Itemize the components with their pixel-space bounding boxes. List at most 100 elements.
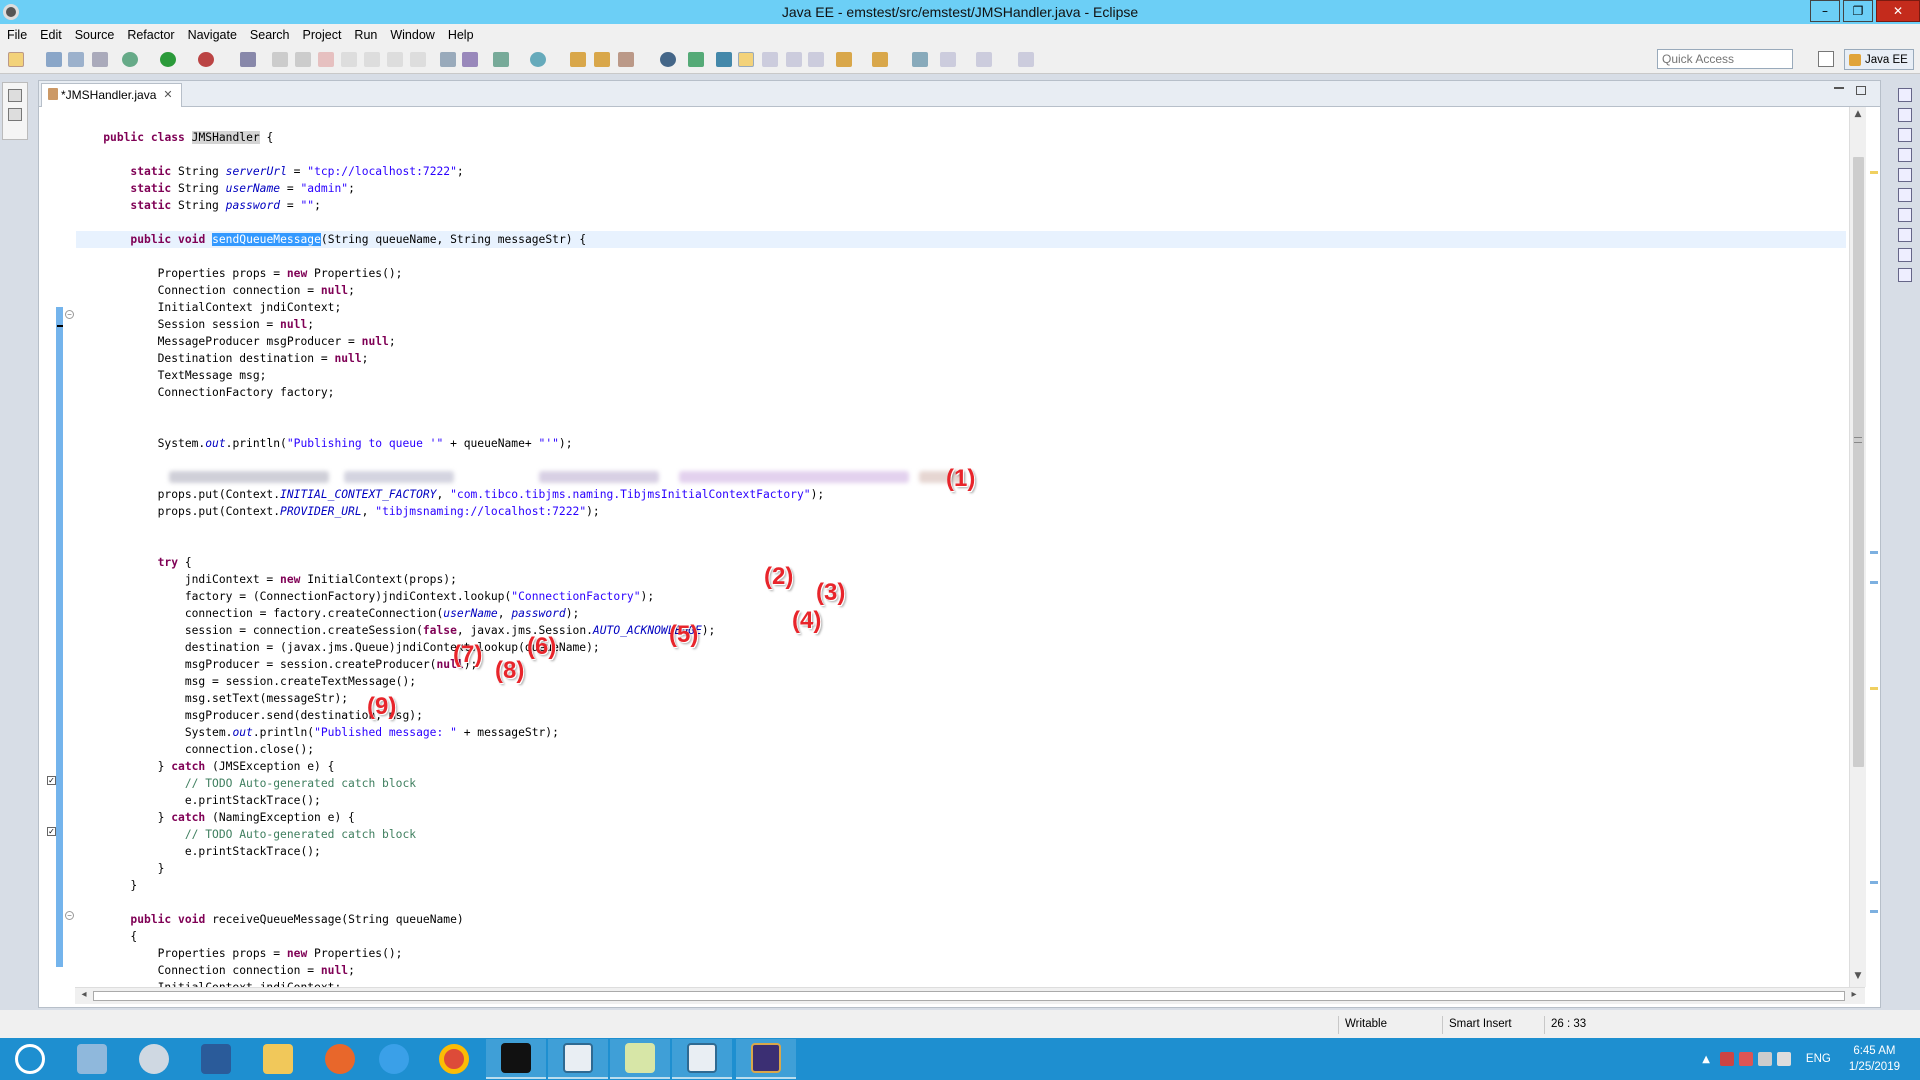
taskbar-command-prompt[interactable] [486, 1039, 546, 1079]
code-line[interactable]: try { [76, 554, 1846, 571]
minimize-editor-icon[interactable] [1834, 87, 1844, 90]
task-list-icon[interactable] [1898, 128, 1912, 142]
overview-warning-mark-2[interactable] [1870, 687, 1878, 690]
markers-icon[interactable] [1898, 168, 1912, 182]
start-button[interactable] [0, 1039, 60, 1079]
language-indicator[interactable]: ENG [1806, 1053, 1831, 1065]
data-source-icon[interactable] [1898, 228, 1912, 242]
code-line[interactable] [76, 401, 1846, 418]
web-browser-icon[interactable] [660, 52, 676, 67]
code-line[interactable]: msgProducer.send(destination, msg); [76, 707, 1846, 724]
new-java-project-icon[interactable] [530, 52, 546, 67]
debug-icon[interactable] [122, 52, 138, 67]
fold-collapse-icon-2[interactable]: − [65, 911, 74, 920]
code-line[interactable] [76, 520, 1846, 537]
code-line[interactable]: Session session = null; [76, 316, 1846, 333]
taskbar-server-manager[interactable] [62, 1039, 122, 1079]
code-line[interactable]: Properties props = new Properties(); [76, 265, 1846, 282]
menu-window[interactable]: Window [390, 28, 434, 42]
external-tools-icon[interactable] [198, 52, 214, 67]
taskbar-window-app-2[interactable] [672, 1039, 732, 1079]
clock[interactable]: 6:45 AM 1/25/2019 [1849, 1043, 1900, 1075]
show-hidden-icons-icon[interactable]: ▲ [1702, 1054, 1710, 1065]
taskbar-powershell[interactable] [186, 1039, 246, 1079]
show-whitespace-icon[interactable] [808, 52, 824, 67]
code-line[interactable]: // TODO Auto-generated catch block [76, 826, 1846, 843]
java-ee-perspective-button[interactable]: Java EE [1844, 49, 1914, 70]
code-line[interactable]: System.out.println("Publishing to queue … [76, 435, 1846, 452]
code-line[interactable]: { [76, 928, 1846, 945]
taskbar-internet-explorer[interactable] [364, 1039, 424, 1079]
minimize-button[interactable]: – [1810, 0, 1840, 22]
h-scroll-thumb[interactable] [93, 991, 1845, 1001]
code-line[interactable]: MessageProducer msgProducer = null; [76, 333, 1846, 350]
new-icon[interactable] [8, 52, 24, 67]
scroll-down-icon[interactable]: ▼ [1852, 971, 1864, 985]
code-line[interactable]: factory = (ConnectionFactory)jndiContext… [76, 588, 1846, 605]
open-perspective-icon[interactable] [1818, 51, 1834, 67]
code-line[interactable]: e.printStackTrace(); [76, 843, 1846, 860]
code-line[interactable]: static String password = ""; [76, 197, 1846, 214]
overview-warning-mark[interactable] [1870, 171, 1878, 174]
run-icon[interactable] [160, 52, 176, 67]
code-line[interactable]: InitialContext jndiContext; [76, 299, 1846, 316]
taskbar-window-app[interactable] [548, 1039, 608, 1079]
code-line[interactable] [76, 418, 1846, 435]
search-icon[interactable] [618, 52, 634, 67]
restore-view-icon[interactable] [8, 89, 22, 102]
menu-help[interactable]: Help [448, 28, 474, 42]
properties-icon[interactable] [1898, 188, 1912, 202]
back-icon[interactable] [940, 52, 956, 67]
block-selection-icon[interactable] [762, 52, 778, 67]
code-line[interactable]: // TODO Auto-generated catch block [76, 775, 1846, 792]
code-line[interactable]: msg = session.createTextMessage(); [76, 673, 1846, 690]
taskbar-eclipse[interactable] [736, 1039, 796, 1079]
status-cursor-position[interactable]: 26 : 33 [1544, 1016, 1634, 1034]
console-icon[interactable] [1898, 268, 1912, 282]
code-line[interactable]: e.printStackTrace(); [76, 792, 1846, 809]
code-line[interactable]: msg.setText(messageStr); [76, 690, 1846, 707]
code-line[interactable] [76, 214, 1846, 231]
menu-file[interactable]: File [7, 28, 27, 42]
code-line[interactable]: connection.close(); [76, 741, 1846, 758]
code-line[interactable]: Connection connection = null; [76, 962, 1846, 979]
code-editor[interactable]: ✓ ✓ − − public class JMSHandler { static… [39, 107, 1849, 987]
menu-edit[interactable]: Edit [40, 28, 62, 42]
mark-occurrences-icon[interactable] [738, 52, 754, 67]
quick-access-input[interactable] [1657, 49, 1793, 69]
menu-source[interactable]: Source [75, 28, 115, 42]
code-line[interactable]: jndiContext = new InitialContext(props); [76, 571, 1846, 588]
open-task-icon[interactable] [594, 52, 610, 67]
pin-editor-icon[interactable] [1018, 52, 1034, 67]
code-line[interactable]: Connection connection = null; [76, 282, 1846, 299]
use-step-filters-icon[interactable] [462, 52, 478, 67]
code-line[interactable]: connection = factory.createConnection(us… [76, 605, 1846, 622]
previous-annotation-icon[interactable] [872, 52, 888, 67]
code-line[interactable]: System.out.println("Published message: "… [76, 724, 1846, 741]
menu-run[interactable]: Run [354, 28, 377, 42]
project-explorer-icon[interactable] [8, 108, 22, 121]
sync-icon[interactable] [688, 52, 704, 67]
next-annotation-icon[interactable] [836, 52, 852, 67]
scroll-right-icon[interactable]: ▸ [1847, 989, 1861, 1003]
code-line[interactable]: static String serverUrl = "tcp://localho… [76, 163, 1846, 180]
code-line[interactable]: } catch (NamingException e) { [76, 809, 1846, 826]
menu-project[interactable]: Project [303, 28, 342, 42]
taskbar-settings[interactable] [124, 1039, 184, 1079]
overview-occurrence-mark-2[interactable] [1870, 581, 1878, 584]
code-line[interactable]: public class JMSHandler { [76, 129, 1846, 146]
code-line[interactable] [76, 537, 1846, 554]
taskbar-file-explorer[interactable] [248, 1039, 308, 1079]
code-line[interactable]: } [76, 877, 1846, 894]
taskbar-firefox[interactable] [310, 1039, 370, 1079]
code-line[interactable]: ConnectionFactory factory; [76, 384, 1846, 401]
code-line[interactable] [76, 894, 1846, 911]
scroll-up-icon[interactable]: ▲ [1852, 109, 1864, 123]
scroll-left-icon[interactable]: ◂ [77, 989, 91, 1003]
annotation-next-icon[interactable] [716, 52, 732, 67]
print-icon[interactable] [92, 52, 108, 67]
vertical-scrollbar[interactable]: ▲ ▼ [1849, 107, 1866, 987]
snippets-icon[interactable] [1898, 248, 1912, 262]
open-type-icon[interactable] [570, 52, 586, 67]
taskbar-chrome[interactable] [424, 1039, 484, 1079]
